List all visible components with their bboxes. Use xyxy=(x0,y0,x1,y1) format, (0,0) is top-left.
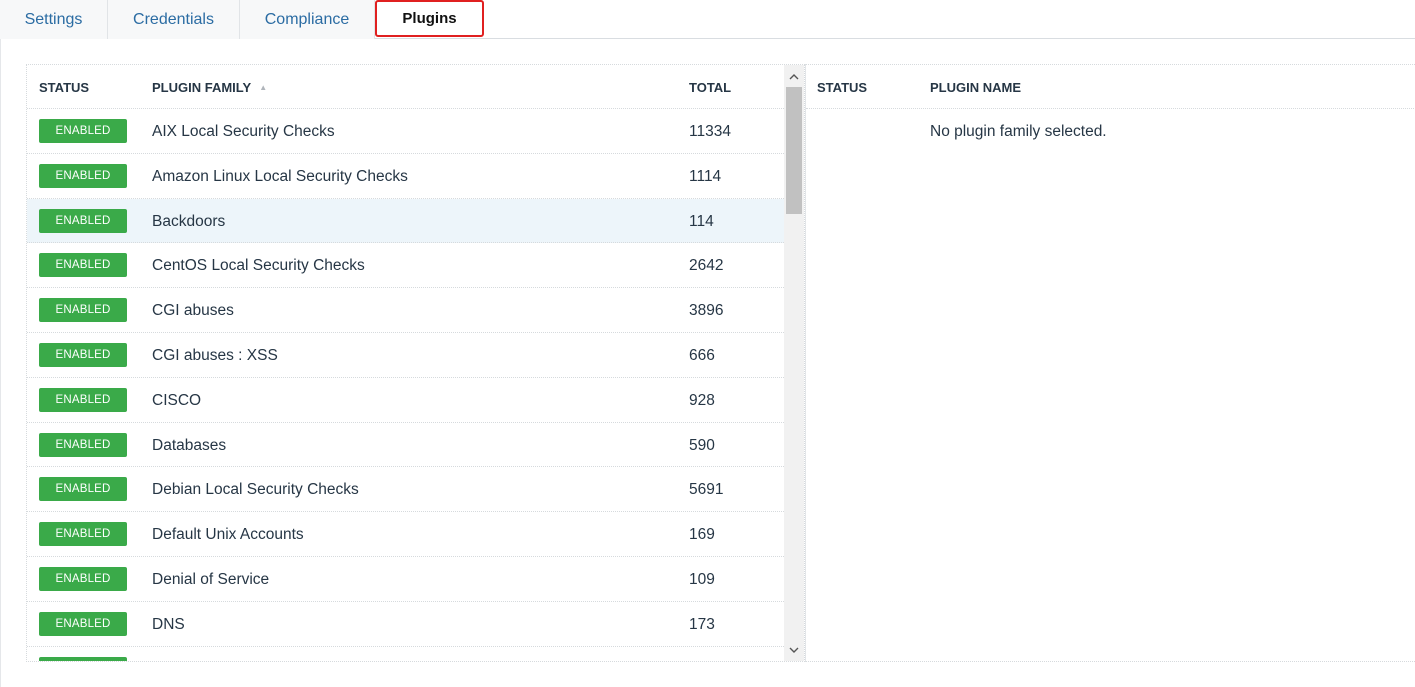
table-row[interactable]: ENABLED Denial of Service 109 xyxy=(27,557,784,602)
enabled-status-badge[interactable]: ENABLED xyxy=(39,208,127,233)
plugin-family-name: Databases xyxy=(152,436,227,454)
plugin-family-column-header[interactable]: PLUGIN FAMILY ▲ xyxy=(152,80,267,95)
plugin-family-total: 5691 xyxy=(689,481,724,499)
status-column-header[interactable]: STATUS xyxy=(39,80,89,95)
table-row[interactable]: ENABLED Default Unix Accounts 169 xyxy=(27,512,784,557)
plugins-table-header: STATUS PLUGIN NAME xyxy=(806,65,1415,109)
plugin-family-header-label: PLUGIN FAMILY xyxy=(152,80,252,95)
enabled-status-badge[interactable]: ENABLED xyxy=(39,522,127,547)
plugin-family-total: 590 xyxy=(689,436,715,454)
plugin-name-column-header[interactable]: PLUGIN NAME xyxy=(930,80,1021,95)
plugins-table: STATUS PLUGIN NAME No plugin family sele… xyxy=(805,64,1415,662)
plugin-family-name: CentOS Local Security Checks xyxy=(152,257,365,275)
plugin-family-total: 169 xyxy=(689,526,715,544)
enabled-status-badge[interactable]: ENABLED xyxy=(39,566,127,591)
table-row[interactable]: ENABLED CGI abuses 3896 xyxy=(27,288,784,333)
tab-settings[interactable]: Settings xyxy=(0,0,108,39)
empty-state-message: No plugin family selected. xyxy=(930,123,1107,140)
plugin-family-name: CGI abuses xyxy=(152,302,234,320)
plugin-family-total: 2642 xyxy=(689,257,724,275)
plugin-family-name: CISCO xyxy=(152,391,202,409)
enabled-status-badge[interactable]: ENABLED xyxy=(39,119,127,143)
plugin-family-total: 3896 xyxy=(689,302,724,320)
plugin-family-name: DNS xyxy=(152,615,185,633)
plugin-family-total: 666 xyxy=(689,346,715,364)
plugin-family-total: 928 xyxy=(689,391,715,409)
tab-bar: Settings Credentials Compliance Plugins xyxy=(0,0,1415,39)
plugin-family-name: CGI abuses : XSS xyxy=(152,346,278,364)
enabled-status-badge[interactable]: ENABLED xyxy=(39,253,127,278)
plugin-family-total: 11334 xyxy=(689,123,731,140)
table-row[interactable]: ENABLED CentOS Local Security Checks 264… xyxy=(27,243,784,289)
enabled-status-badge[interactable]: ENABLED xyxy=(39,432,127,457)
enabled-status-badge[interactable] xyxy=(39,656,127,661)
table-row[interactable]: ENABLED CGI abuses : XSS 666 xyxy=(27,333,784,378)
plugin-family-total: 173 xyxy=(689,615,715,633)
families-table-body: ENABLED AIX Local Security Checks 11334 … xyxy=(27,109,784,661)
scroll-up-icon[interactable] xyxy=(784,65,804,87)
enabled-status-badge[interactable]: ENABLED xyxy=(39,342,127,367)
table-row-partial[interactable] xyxy=(27,647,784,661)
tab-compliance[interactable]: Compliance xyxy=(240,0,375,39)
total-column-header[interactable]: TOTAL xyxy=(689,80,731,95)
table-row[interactable]: ENABLED Amazon Linux Local Security Chec… xyxy=(27,154,784,199)
enabled-status-badge[interactable]: ENABLED xyxy=(39,477,127,502)
families-scrollbar[interactable] xyxy=(784,65,804,661)
plugin-families-table: STATUS PLUGIN FAMILY ▲ TOTAL ENABLED AIX … xyxy=(26,64,805,662)
table-row-hovered[interactable]: ENABLED Backdoors 114 xyxy=(27,198,784,244)
plugin-family-total: 114 xyxy=(689,212,714,230)
enabled-status-badge[interactable]: ENABLED xyxy=(39,611,127,636)
scrollbar-thumb[interactable] xyxy=(786,87,802,214)
plugin-family-name: Default Unix Accounts xyxy=(152,526,304,544)
table-row[interactable]: ENABLED AIX Local Security Checks 11334 xyxy=(27,109,784,154)
plugin-status-column-header[interactable]: STATUS xyxy=(817,80,867,95)
table-row[interactable]: ENABLED CISCO 928 xyxy=(27,378,784,423)
plugin-family-name: Amazon Linux Local Security Checks xyxy=(152,167,408,185)
enabled-status-badge[interactable]: ENABLED xyxy=(39,298,127,323)
tab-credentials[interactable]: Credentials xyxy=(108,0,240,39)
enabled-status-badge[interactable]: ENABLED xyxy=(39,387,127,412)
table-row[interactable]: ENABLED DNS 173 xyxy=(27,602,784,647)
plugin-family-name: Debian Local Security Checks xyxy=(152,481,359,499)
sort-ascending-icon: ▲ xyxy=(259,83,268,92)
plugin-family-name: AIX Local Security Checks xyxy=(152,123,335,140)
scroll-down-icon[interactable] xyxy=(784,639,804,661)
plugin-family-total: 1114 xyxy=(689,167,722,185)
page-border xyxy=(0,39,1,687)
plugin-family-name: Denial of Service xyxy=(152,570,270,588)
families-table-header: STATUS PLUGIN FAMILY ▲ TOTAL xyxy=(27,65,784,109)
table-row[interactable]: ENABLED Databases 590 xyxy=(27,423,784,468)
plugin-family-total: 109 xyxy=(689,570,715,588)
tab-plugins[interactable]: Plugins xyxy=(375,0,484,37)
enabled-status-badge[interactable]: ENABLED xyxy=(39,163,127,188)
plugin-family-name: Backdoors xyxy=(152,212,226,230)
table-row[interactable]: ENABLED Debian Local Security Checks 569… xyxy=(27,467,784,513)
